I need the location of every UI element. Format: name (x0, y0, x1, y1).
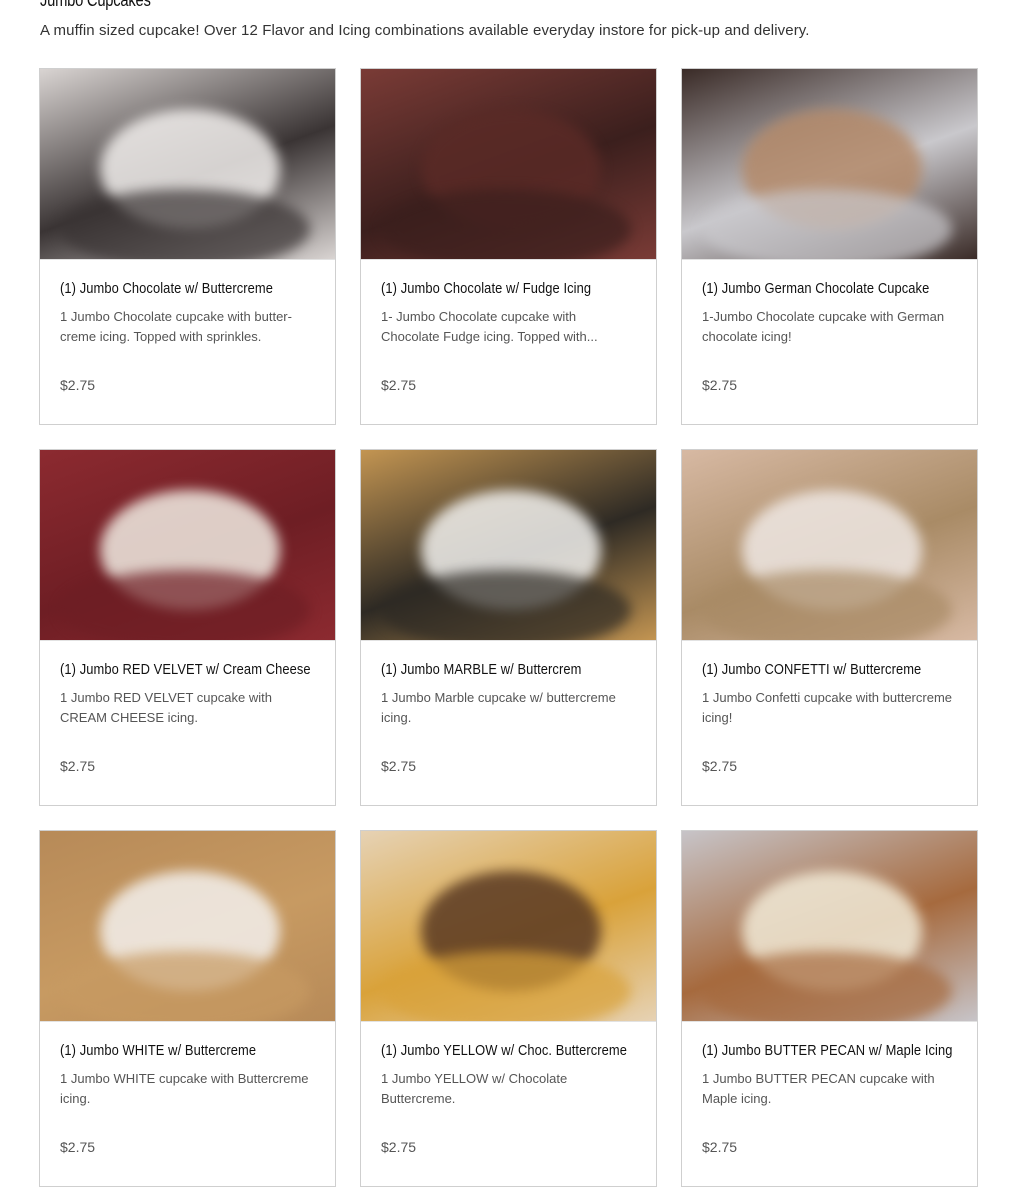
product-price: $2.75 (60, 377, 96, 393)
product-price: $2.75 (702, 758, 738, 774)
product-title[interactable]: (1) Jumbo CONFETTI w/ Buttercreme (702, 661, 921, 678)
section-description: A muffin sized cupcake! Over 12 Flavor a… (40, 22, 810, 39)
product-title[interactable]: (1) Jumbo Chocolate w/ Buttercreme (60, 280, 279, 297)
product-card[interactable]: (1) Jumbo RED VELVET w/ Cream Cheese 1 J… (39, 449, 336, 806)
product-title[interactable]: (1) Jumbo BUTTER PECAN w/ Maple Icing (702, 1042, 952, 1059)
product-card[interactable]: (1) Jumbo Chocolate w/ Buttercreme 1 Jum… (39, 68, 336, 425)
product-price: $2.75 (702, 377, 738, 393)
product-card[interactable]: (1) Jumbo CONFETTI w/ Buttercreme 1 Jumb… (681, 449, 978, 806)
product-description: 1 Jumbo Chocolate cupcake with butter-cr… (60, 309, 292, 344)
product-description: 1- Jumbo Chocolate cupcake with Chocolat… (381, 309, 598, 344)
product-image[interactable] (40, 831, 335, 1022)
product-card[interactable]: (1) Jumbo WHITE w/ Buttercreme 1 Jumbo W… (39, 830, 336, 1187)
product-description: 1 Jumbo WHITE cupcake with Buttercreme i… (60, 1071, 309, 1106)
product-price: $2.75 (60, 758, 96, 774)
product-image[interactable] (361, 450, 656, 641)
product-description: 1 Jumbo Marble cupcake w/ buttercreme ic… (381, 690, 616, 725)
product-description: 1 Jumbo BUTTER PECAN cupcake with Maple … (702, 1071, 935, 1106)
product-price: $2.75 (381, 758, 417, 774)
product-title[interactable]: (1) Jumbo Chocolate w/ Fudge Icing (381, 280, 600, 297)
product-image[interactable] (682, 450, 977, 641)
product-title[interactable]: (1) Jumbo YELLOW w/ Choc. Buttercreme (381, 1042, 627, 1059)
product-image[interactable] (40, 450, 335, 641)
product-image[interactable] (361, 831, 656, 1022)
product-price: $2.75 (60, 1139, 96, 1155)
product-card[interactable]: (1) Jumbo YELLOW w/ Choc. Buttercreme 1 … (360, 830, 657, 1187)
product-card[interactable]: (1) Jumbo Chocolate w/ Fudge Icing 1- Ju… (360, 68, 657, 425)
product-image[interactable] (40, 69, 335, 260)
product-card[interactable]: (1) Jumbo MARBLE w/ Buttercrem 1 Jumbo M… (360, 449, 657, 806)
product-title[interactable]: (1) Jumbo WHITE w/ Buttercreme (60, 1042, 279, 1059)
section-title: Jumbo Cupcakes (40, 0, 151, 10)
product-card[interactable]: (1) Jumbo BUTTER PECAN w/ Maple Icing 1 … (681, 830, 978, 1187)
product-price: $2.75 (381, 377, 417, 393)
product-description: 1 Jumbo RED VELVET cupcake with CREAM CH… (60, 690, 272, 725)
product-title[interactable]: (1) Jumbo German Chocolate Cupcake (702, 280, 929, 297)
product-description: 1 Jumbo Confetti cupcake with buttercrem… (702, 690, 953, 725)
product-image[interactable] (682, 831, 977, 1022)
product-title[interactable]: (1) Jumbo RED VELVET w/ Cream Cheese (60, 661, 311, 678)
product-grid: (1) Jumbo Chocolate w/ Buttercreme 1 Jum… (39, 68, 979, 1187)
product-card[interactable]: (1) Jumbo German Chocolate Cupcake 1-Jum… (681, 68, 978, 425)
product-image[interactable] (361, 69, 656, 260)
product-price: $2.75 (702, 1139, 738, 1155)
product-price: $2.75 (381, 1139, 417, 1155)
product-description: 1-Jumbo Chocolate cupcake with German ch… (702, 309, 945, 344)
product-description: 1 Jumbo YELLOW w/ Chocolate Buttercreme. (381, 1071, 568, 1106)
product-title[interactable]: (1) Jumbo MARBLE w/ Buttercrem (381, 661, 600, 678)
product-image[interactable] (682, 69, 977, 260)
